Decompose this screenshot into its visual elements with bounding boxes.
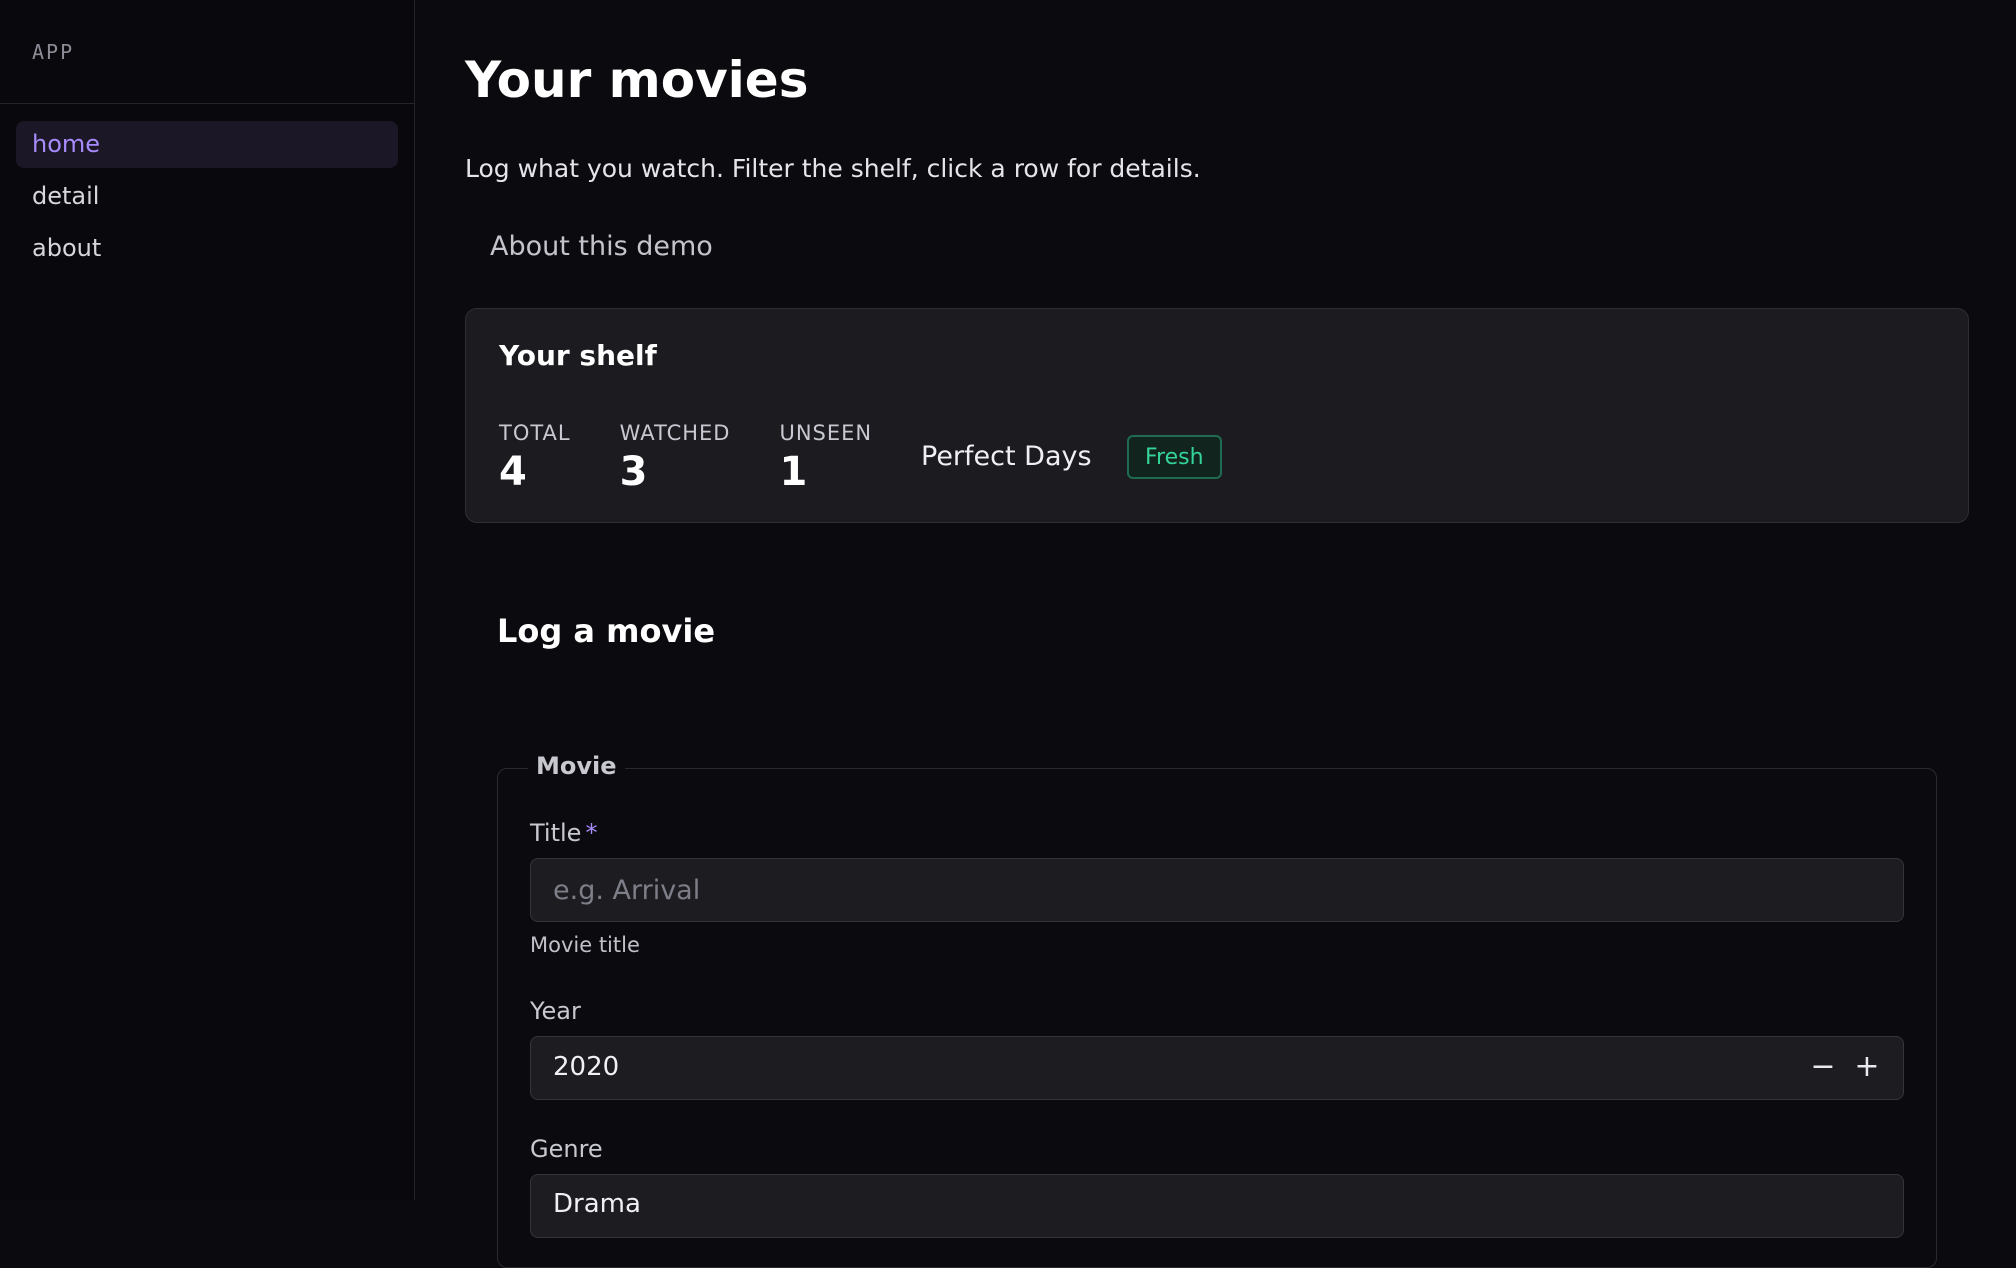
stat-label: TOTAL: [499, 421, 571, 445]
app-brand: APP: [0, 0, 414, 104]
stat-unseen: UNSEEN 1: [779, 421, 872, 495]
sidebar-item-about[interactable]: about: [16, 225, 398, 272]
plus-icon[interactable]: +: [1847, 1047, 1887, 1087]
sidebar: APP home detail about: [0, 0, 415, 1200]
shelf-card: Your shelf TOTAL 4 WATCHED 3 UNSEEN 1 Pe…: [465, 308, 1969, 523]
year-value: 2020: [553, 1052, 620, 1082]
minus-icon[interactable]: −: [1803, 1047, 1843, 1087]
fieldset-legend: Movie: [528, 752, 625, 780]
log-movie-heading: Log a movie: [497, 612, 716, 650]
stat-total: TOTAL 4: [499, 421, 571, 495]
title-label: Title *: [530, 819, 597, 847]
year-stepper[interactable]: 2020 − +: [530, 1036, 1904, 1100]
title-label-text: Title: [530, 819, 582, 847]
main-content: Your movies Log what you watch. Filter t…: [465, 0, 1969, 650]
title-hint: Movie title: [530, 933, 640, 957]
about-demo-toggle[interactable]: About this demo: [490, 231, 1969, 262]
stat-label: WATCHED: [619, 421, 731, 445]
page-title: Your movies: [465, 51, 809, 109]
status-badge: Fresh: [1127, 435, 1222, 479]
title-input[interactable]: [530, 858, 1904, 922]
featured-movie-title: Perfect Days: [921, 441, 1092, 472]
required-indicator: *: [585, 819, 598, 847]
sidebar-item-home[interactable]: home: [16, 121, 398, 168]
stat-label: UNSEEN: [779, 421, 873, 445]
movie-fieldset: Movie Title* Movie title Year 2020 − + G…: [497, 752, 1937, 1268]
sidebar-item-detail[interactable]: detail: [16, 173, 398, 220]
genre-select[interactable]: Drama: [530, 1174, 1904, 1238]
genre-label: Genre: [530, 1135, 603, 1163]
shelf-stats: TOTAL 4 WATCHED 3 UNSEEN 1: [499, 421, 921, 495]
stat-value: 3: [619, 449, 648, 495]
stat-value: 1: [779, 449, 808, 495]
stat-watched: WATCHED 3: [620, 421, 731, 495]
sidebar-nav: home detail about: [0, 104, 414, 272]
page-subtitle: Log what you watch. Filter the shelf, cl…: [465, 154, 1201, 183]
year-label: Year: [530, 997, 581, 1025]
stat-value: 4: [499, 449, 527, 495]
shelf-title: Your shelf: [499, 339, 657, 372]
